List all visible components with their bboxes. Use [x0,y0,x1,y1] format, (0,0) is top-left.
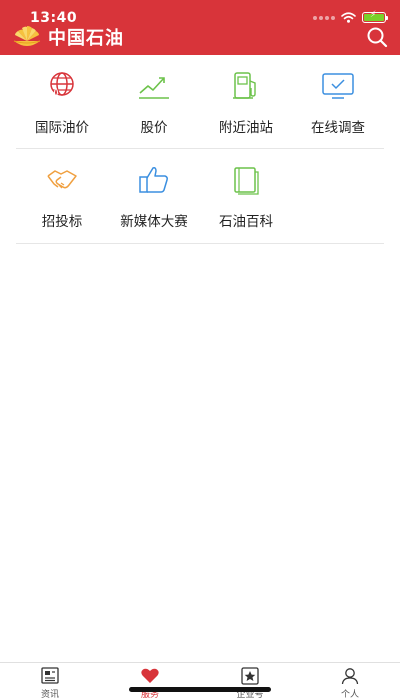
bottom-nav: 资讯 服务 企业号 个人 [0,662,400,700]
brand: 中国石油 [12,24,124,50]
battery-icon [362,10,388,23]
nav-label: 个人 [340,690,359,700]
app-title: 中国石油 [48,28,124,49]
service-online-survey[interactable]: 在线调查 [292,55,384,148]
service-grid: 国际油价 股价 附近油站 在线调查 招投标 新媒体大赛 石油百科 [0,55,400,244]
service-row: 国际油价 股价 附近油站 在线调查 [16,55,384,149]
app-screen: 13:40 ⚡ 中国石油 国际油价 股价 附近油站 在线调查 招投标 新媒体大赛… [0,0,400,700]
service-petroleum-encyclopedia[interactable]: 石油百科 [200,149,292,243]
home-indicator[interactable] [129,687,271,692]
news-icon [41,667,59,684]
star-badge-icon [241,667,259,685]
signal-icon [313,15,335,20]
service-row: 招投标 新媒体大赛 石油百科 [16,149,384,244]
search-icon[interactable] [366,26,388,48]
wifi-icon [341,12,356,23]
service-label: 国际油价 [35,120,89,136]
gas-pump-icon [233,72,256,99]
service-label: 石油百科 [219,214,273,230]
service-international-oil-price[interactable]: 国际油价 [16,55,108,148]
nav-item-profile[interactable]: 个人 [300,663,400,700]
nav-item-news[interactable]: 资讯 [0,663,100,700]
service-bidding[interactable]: 招投标 [16,149,108,243]
petrochina-logo-icon [13,26,41,46]
heart-icon [141,668,159,683]
nav-item-enterprise[interactable]: 企业号 [200,663,300,700]
nav-item-services[interactable]: 服务 [100,663,200,700]
service-new-media-contest[interactable]: 新媒体大赛 [108,149,200,243]
service-stock-price[interactable]: 股价 [108,55,200,148]
thumbs-up-icon [139,167,168,193]
globe-oil-drop-icon [50,72,74,97]
app-header: 13:40 ⚡ 中国石油 [0,0,400,55]
service-label: 股价 [140,120,168,136]
service-label: 在线调查 [311,120,365,136]
service-label: 新媒体大赛 [120,214,188,230]
service-nearby-station[interactable]: 附近油站 [200,55,292,148]
person-icon [341,668,359,685]
status-indicators [313,10,388,23]
monitor-check-icon [322,73,354,99]
service-label: 附近油站 [219,120,273,136]
nav-label: 资讯 [40,690,59,700]
stock-trend-icon [139,77,169,99]
handshake-icon [47,170,77,189]
service-label: 招投标 [41,214,83,230]
book-icon [234,167,259,195]
